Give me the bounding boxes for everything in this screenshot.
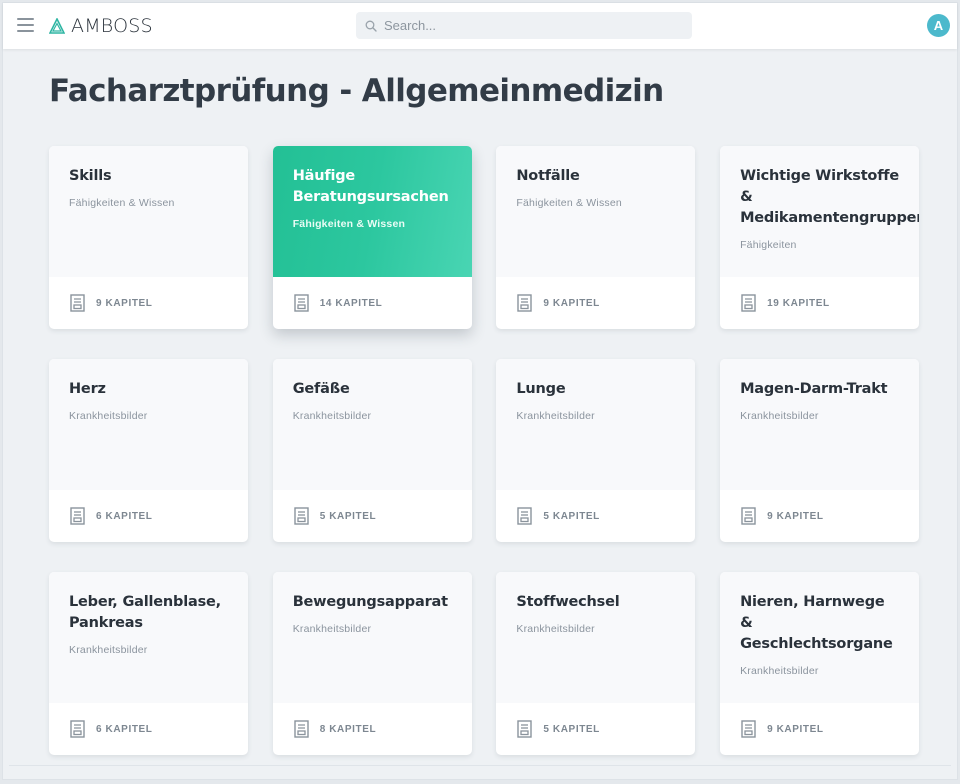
card-category: Krankheitsbilder — [292, 410, 372, 422]
search-input[interactable] — [384, 18, 684, 33]
document-chapters-icon — [517, 720, 533, 738]
topic-card-3[interactable]: Wichtige Wirkstoffe & Medikamentengruppe… — [720, 146, 920, 329]
chapter-count: 5 KAPITEL — [543, 510, 600, 522]
document-chapters-icon — [517, 294, 533, 312]
document-chapters-icon — [70, 294, 85, 312]
search-bar[interactable] — [356, 12, 692, 39]
card-footer: 19 KAPITEL — [720, 277, 919, 329]
card-category: Krankheitsbilder — [69, 644, 148, 656]
chapter-count: 9 KAPITEL — [767, 723, 824, 735]
card-footer: 5 KAPITEL — [496, 703, 695, 755]
chapter-count: 9 KAPITEL — [767, 510, 824, 522]
card-category: Fähigkeiten & Wissen — [69, 197, 175, 209]
card-footer: 14 KAPITEL — [273, 277, 472, 329]
topic-card-2[interactable]: Notfälle Fähigkeiten & Wissen 9 KAPITEL — [496, 146, 696, 329]
card-footer: 5 KAPITEL — [496, 490, 695, 542]
card-title: Lunge — [516, 381, 566, 397]
card-title: Gefäße — [292, 381, 350, 397]
card-footer: 6 KAPITEL — [49, 703, 248, 755]
card-header: Häufige Beratungsursachen Fähigkeiten & … — [272, 146, 472, 277]
logo-text: AMBOSS — [71, 15, 153, 37]
card-title: Skills — [69, 168, 112, 184]
card-footer: 9 KAPITEL — [496, 277, 695, 329]
card-title: Häufige Beratungsursachen — [292, 168, 449, 205]
chapter-count: 5 KAPITEL — [319, 510, 377, 522]
document-chapters-icon — [741, 720, 756, 738]
topic-card-5[interactable]: Gefäße Krankheitsbilder 5 KAPITEL — [272, 359, 472, 542]
chapter-count: 9 KAPITEL — [543, 297, 600, 309]
card-header: Nieren, Harnwege & Geschlechtsorgane Kra… — [720, 572, 920, 703]
card-title: Stoffwechsel — [516, 594, 620, 610]
topic-card-10[interactable]: Stoffwechsel Krankheitsbilder 5 KAPITEL — [496, 572, 696, 755]
card-header: Herz Krankheitsbilder — [49, 359, 248, 490]
card-header: Wichtige Wirkstoffe & Medikamentengruppe… — [720, 146, 920, 277]
chapter-count: 6 KAPITEL — [96, 723, 153, 735]
card-footer: 5 KAPITEL — [273, 490, 472, 542]
card-category: Fähigkeiten — [740, 239, 797, 251]
topic-card-11[interactable]: Nieren, Harnwege & Geschlechtsorgane Kra… — [720, 572, 920, 755]
card-category: Krankheitsbilder — [740, 410, 819, 422]
chapter-count: 6 KAPITEL — [96, 510, 153, 522]
card-category: Fähigkeiten & Wissen — [516, 197, 622, 209]
document-chapters-icon — [517, 507, 533, 525]
card-footer: 9 KAPITEL — [49, 277, 248, 329]
document-chapters-icon — [293, 720, 309, 738]
card-title: Magen-Darm-Trakt — [740, 381, 888, 397]
card-title: Bewegungsapparat — [292, 594, 448, 610]
topic-card-6[interactable]: Lunge Krankheitsbilder 5 KAPITEL — [496, 359, 696, 542]
amboss-triangle-logo-icon — [49, 18, 65, 34]
topic-card-7[interactable]: Magen-Darm-Trakt Krankheitsbilder 9 KAPI… — [720, 359, 920, 542]
chapter-count: 19 KAPITEL — [767, 297, 830, 309]
card-header: Skills Fähigkeiten & Wissen — [49, 146, 248, 277]
card-title: Nieren, Harnwege & Geschlechtsorgane — [740, 594, 893, 652]
card-category: Krankheitsbilder — [516, 623, 595, 635]
card-footer: 8 KAPITEL — [273, 703, 472, 755]
topic-card-8[interactable]: Leber, Gallenblase, Pankreas Krankheitsb… — [49, 572, 248, 755]
card-title: Wichtige Wirkstoffe & Medikamentengruppe… — [740, 168, 920, 226]
topic-card-grid: Skills Fähigkeiten & Wissen 9 KAPITEL Hä… — [49, 146, 920, 755]
document-chapters-icon — [70, 507, 85, 525]
hamburger-menu-icon[interactable] — [17, 18, 34, 32]
card-header: Leber, Gallenblase, Pankreas Krankheitsb… — [49, 572, 248, 703]
topic-card-4[interactable]: Herz Krankheitsbilder 6 KAPITEL — [49, 359, 248, 542]
chapter-count: 14 KAPITEL — [319, 297, 383, 309]
document-chapters-icon — [70, 720, 85, 738]
card-header: Bewegungsapparat Krankheitsbilder — [272, 572, 472, 703]
topic-card-9[interactable]: Bewegungsapparat Krankheitsbilder 8 KAPI… — [272, 572, 472, 755]
amboss-logo[interactable]: AMBOSS — [49, 14, 153, 38]
document-chapters-icon — [293, 294, 309, 312]
card-header: Lunge Krankheitsbilder — [496, 359, 696, 490]
card-title: Notfälle — [516, 168, 580, 184]
card-header: Notfälle Fähigkeiten & Wissen — [496, 146, 696, 277]
card-category: Krankheitsbilder — [740, 665, 819, 677]
topic-card-0[interactable]: Skills Fähigkeiten & Wissen 9 KAPITEL — [49, 146, 248, 329]
card-header: Stoffwechsel Krankheitsbilder — [496, 572, 696, 703]
chapter-count: 5 KAPITEL — [543, 723, 600, 735]
card-footer: 9 KAPITEL — [720, 703, 919, 755]
card-title: Leber, Gallenblase, Pankreas — [69, 594, 221, 631]
top-navigation-bar: AMBOSS A — [3, 3, 957, 49]
card-header: Gefäße Krankheitsbilder — [272, 359, 472, 490]
document-chapters-icon — [741, 507, 756, 525]
chapter-count: 8 KAPITEL — [319, 723, 377, 735]
card-category: Fähigkeiten & Wissen — [292, 218, 406, 230]
card-header: Magen-Darm-Trakt Krankheitsbilder — [720, 359, 920, 490]
card-category: Krankheitsbilder — [292, 623, 372, 635]
topic-card-1[interactable]: Häufige Beratungsursachen Fähigkeiten & … — [272, 146, 472, 329]
card-footer: 6 KAPITEL — [49, 490, 248, 542]
document-chapters-icon — [293, 507, 309, 525]
search-icon — [365, 20, 377, 32]
card-category: Krankheitsbilder — [516, 410, 595, 422]
card-category: Krankheitsbilder — [69, 410, 148, 422]
app-frame: AMBOSS A Facharztprüfung - Allgemeinmedi… — [2, 2, 958, 780]
document-chapters-icon — [741, 294, 756, 312]
page-title: Facharztprüfung - Allgemeinmedizin — [49, 73, 664, 109]
user-avatar[interactable]: A — [927, 14, 950, 37]
card-footer: 9 KAPITEL — [720, 490, 919, 542]
chapter-count: 9 KAPITEL — [96, 297, 153, 309]
divider — [9, 765, 951, 766]
card-title: Herz — [69, 381, 106, 397]
